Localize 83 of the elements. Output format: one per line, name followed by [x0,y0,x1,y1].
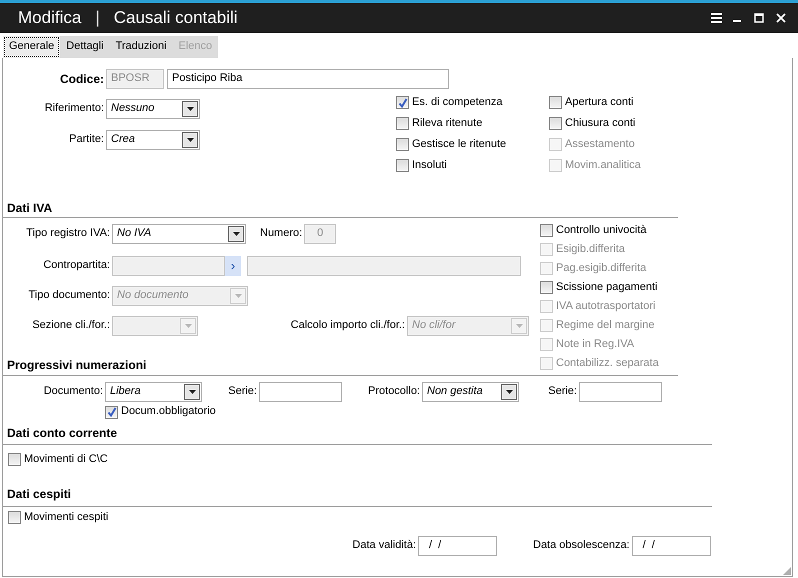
input-field[interactable] [579,382,662,402]
section-heading: Progressivi numerazioni [6,358,148,372]
checkbox-label: Movimenti di C\C [24,452,108,466]
dropdown-button[interactable] [228,226,244,242]
checkbox[interactable] [540,281,553,294]
checkbox[interactable] [396,117,409,130]
input-field[interactable] [259,382,342,402]
dropdown-button[interactable] [182,132,198,148]
checkbox[interactable] [8,511,21,524]
input-field[interactable]: / / [418,536,497,556]
checkbox[interactable] [549,96,562,109]
title-separator: | [95,8,100,28]
checkbox-label: Scissione pagamenti [556,280,658,294]
dropdown-button[interactable] [182,101,198,117]
caret-icon [506,390,512,394]
checkbox-label: Note in Reg.IVA [556,338,634,352]
field-label: Riferimento: [44,102,105,116]
section-heading: Dati conto corrente [3,426,712,445]
field-label: Serie: [547,385,578,399]
maximize-icon[interactable] [752,13,766,23]
section-heading: Dati cespiti [3,487,712,507]
checkbox-label: IVA autotrasportatori [556,300,656,314]
field-label: Tipo registro IVA: [25,227,111,241]
caret-icon [234,294,242,298]
checkbox[interactable] [105,406,118,418]
checkbox-label: Contabilizz. separata [556,356,659,370]
checkbox-label: Controllo univocità [556,224,646,238]
field-label: Tipo documento: [27,289,111,303]
dropdown[interactable]: Nessuno [106,99,200,119]
input-field[interactable]: / / [632,536,711,556]
checkbox-label: Movim.analitica [565,158,641,172]
dropdown-button[interactable] [184,384,200,400]
checkbox-label: Movimenti cespiti [24,510,108,524]
field-label: Sezione cli./for.: [31,319,111,333]
field-label: Protocollo: [367,385,421,399]
caret-icon [186,138,194,142]
field-label: Contropartita: [42,259,111,273]
checkbox[interactable] [396,96,409,109]
input-field[interactable] [247,256,521,276]
checkbox[interactable] [549,117,562,130]
checkbox-label: Gestisce le ritenute [412,138,506,152]
dropdown[interactable]: Libera [105,382,202,402]
tab[interactable]: Generale [3,36,60,58]
caret-icon [186,107,194,111]
section-heading: Dati IVA [3,201,678,218]
checkbox-label: Apertura conti [565,96,634,110]
field-label: Calcolo importo cli./for.: [290,319,406,333]
checkbox[interactable] [396,159,409,172]
field-label: Codice: [58,72,105,86]
checkbox-label: Chiusura conti [565,116,636,130]
tab[interactable]: Traduzioni [110,36,173,58]
field-label: Partite: [68,133,105,147]
caret-icon [232,232,240,236]
field-label: Data obsolescenza: [533,539,631,553]
input-field[interactable]: Posticipo Riba [167,69,449,89]
checkbox-label: Regime del margine [556,318,654,332]
checkbox-label: Docum.obbligatorio [121,405,216,419]
close-icon[interactable] [774,13,788,23]
field-label: Numero: [260,227,304,241]
dropdown[interactable]: Crea [106,130,200,150]
checkbox[interactable] [396,138,409,151]
checkbox-label: Es. di competenza [412,96,502,110]
tab[interactable]: Dettagli [60,36,110,58]
caret-icon [516,324,522,328]
checkbox-label: Esigib.differita [556,242,625,256]
checkbox[interactable] [540,224,553,237]
field-label: Serie: [227,385,258,399]
dropdown[interactable]: Non gestita [422,382,519,402]
checkbox-label: Assestamento [565,138,635,152]
checkbox-label: Rileva ritenute [412,116,482,130]
checkbox-label: Insoluti [412,158,447,172]
caret-icon [184,324,192,328]
checkbox-label: Pag.esigib.differita [556,262,646,276]
menu-icon[interactable] [711,13,722,23]
caret-icon [188,390,196,394]
field-label: Documento: [42,385,104,399]
resize-grip-icon[interactable] [783,567,791,575]
window-mode: Modifica [18,8,82,28]
field-label: Data validità: [351,539,417,553]
dropdown-button[interactable] [501,384,517,400]
dropdown[interactable]: No IVA [112,224,246,244]
window-title: Causali contabili [114,8,238,28]
checkbox[interactable] [8,453,21,466]
